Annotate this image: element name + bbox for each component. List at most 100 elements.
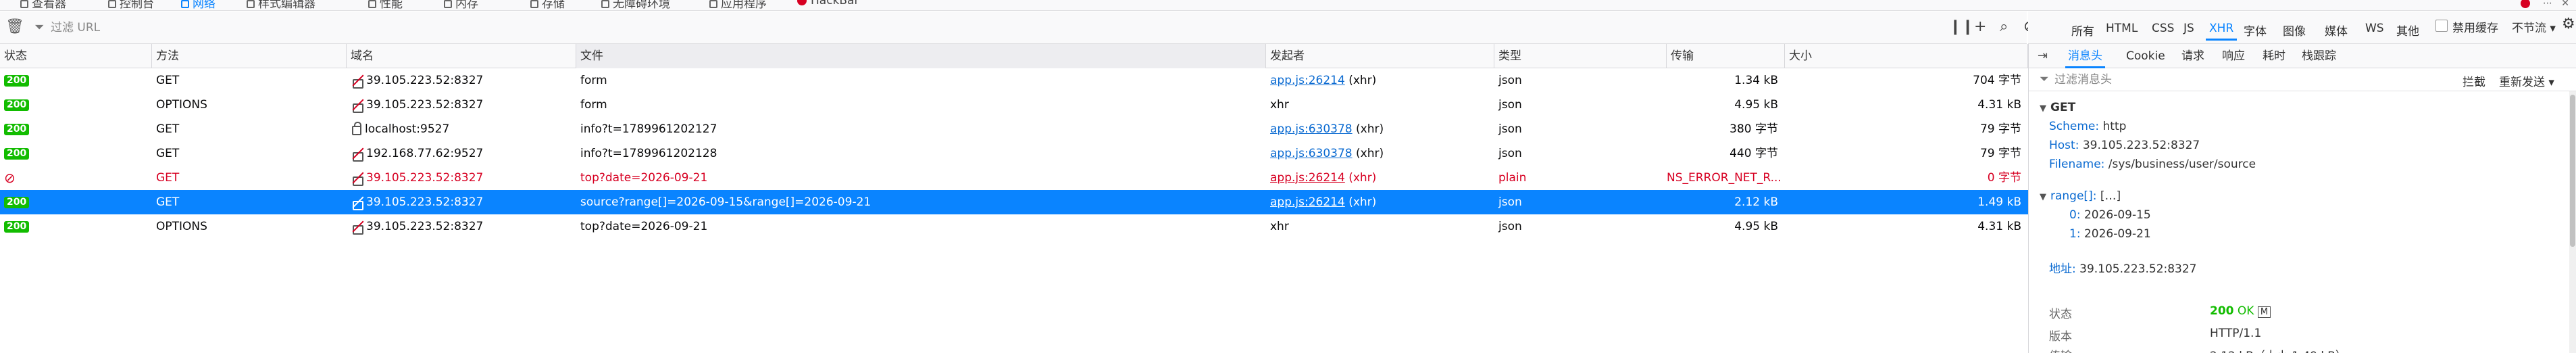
status-label: 状态 (2049, 308, 2072, 321)
initiator-link[interactable]: app.js:630378 (1270, 147, 1353, 160)
trash-icon[interactable]: 🗑 (5, 18, 24, 35)
url-filter-input[interactable] (51, 18, 497, 37)
devtools-tab-strip: 查看器 控制台 网络 样式编辑器 性能 内存 存储 无障碍环境 应用程序 Hac… (0, 0, 2576, 11)
column-domain[interactable]: 域名 (347, 44, 576, 68)
table-row[interactable]: 200 OPTIONS 39.105.223.52:8327 form xhr json 4… (0, 93, 2028, 117)
details-tabs: ⇥ 消息头 Cookie 请求 响应 耗时 栈跟踪 (2029, 44, 2576, 68)
more-options-icon[interactable]: ⋯ (2543, 0, 2552, 9)
headers-filter-input[interactable] (2054, 70, 2406, 89)
domain-text: 39.105.223.52:8327 (366, 98, 484, 112)
table-row[interactable]: 200 GET 192.168.77.62:9527 info?t=178996120… (0, 141, 2028, 166)
type-filter-media[interactable]: 媒体 (2321, 20, 2351, 40)
type-filter-js[interactable]: JS (2180, 20, 2198, 37)
status-cell: ⊘ (0, 166, 152, 190)
column-size[interactable]: 大小 (1785, 44, 2028, 68)
tab-inspector[interactable]: 查看器 (20, 0, 66, 10)
table-row[interactable]: 200 GET 39.105.223.52:8327 form app.js:26214… (0, 68, 2028, 93)
search-icon[interactable]: ⌕ (2000, 18, 2008, 35)
type-filter-fonts[interactable]: 字体 (2240, 20, 2270, 40)
status-cell: 200 (0, 68, 152, 93)
tab-cookies[interactable]: Cookie (2123, 44, 2168, 68)
pause-icon[interactable]: ❙❙ (1949, 18, 1974, 35)
type-filter-images[interactable]: 图像 (2279, 20, 2309, 40)
initiator-link[interactable]: app.js:26214 (1270, 74, 1345, 87)
column-transferred[interactable]: 传输 (1667, 44, 1785, 68)
initiator-link[interactable]: app.js:26214 (1270, 195, 1345, 209)
error-count-icon[interactable] (2521, 0, 2531, 8)
range-param-row[interactable]: ▼ range[]: […] (2040, 189, 2121, 203)
status-flag-badge: M (2257, 306, 2271, 318)
tab-application[interactable]: 应用程序 (709, 0, 767, 10)
table-row[interactable]: 200 OPTIONS 39.105.223.52:8327 top?date=202… (0, 214, 2028, 239)
type-filter-css[interactable]: CSS (2148, 20, 2177, 37)
address-row: 地址: 39.105.223.52:8327 (2049, 262, 2197, 276)
type-filter-other[interactable]: 其他 (2393, 20, 2423, 40)
domain-cell: 39.105.223.52:8327 (347, 214, 576, 239)
host-row: Host: 39.105.223.52:8327 (2049, 139, 2200, 152)
domain-cell: localhost:9527 (347, 117, 576, 141)
scrollbar-thumb[interactable] (2570, 95, 2575, 247)
close-icon[interactable]: ✕ (2561, 0, 2569, 9)
tab-performance[interactable]: 性能 (368, 0, 403, 10)
table-row[interactable]: 200 GET localhost:9527 info?t=1789961202127… (0, 117, 2028, 141)
size-cell: 4.31 kB (1977, 220, 2021, 233)
tab-headers[interactable]: 消息头 (2065, 44, 2105, 68)
tab-storage[interactable]: 存储 (530, 0, 565, 10)
transferred-cell: 440 字节 (1729, 147, 1778, 160)
file-cell: info?t=1789961202128 (580, 147, 717, 160)
status-code: 200 (2210, 304, 2234, 318)
disable-cache-checkbox[interactable] (2435, 20, 2448, 32)
tab-response[interactable]: 响应 (2219, 44, 2248, 68)
transferred-cell: 4.95 kB (1734, 98, 1778, 112)
column-type[interactable]: 类型 (1494, 44, 1667, 68)
type-filter-ws[interactable]: WS (2362, 20, 2388, 37)
initiator-link[interactable]: app.js:26214 (1270, 171, 1345, 185)
range-item-1: 1: 2026-09-21 (2069, 227, 2151, 241)
toggle-panel-icon[interactable]: ⇥ (2038, 49, 2048, 63)
type-cell: json (1498, 195, 1522, 209)
accessibility-icon (601, 0, 609, 8)
tab-accessibility[interactable]: 无障碍环境 (601, 0, 670, 10)
tab-hackbar[interactable]: HackBar (797, 0, 859, 7)
initiator-cell: app.js:26214 (xhr) (1266, 166, 1494, 190)
filter-icon: ⏷ (2040, 72, 2049, 86)
table-row[interactable]: 200 GET 39.105.223.52:8327 source?range[]=2… (0, 190, 2028, 214)
application-icon (709, 0, 717, 8)
domain-text: 192.168.77.62:9527 (366, 147, 484, 160)
type-filter-html[interactable]: HTML (2102, 20, 2141, 37)
tab-memory[interactable]: 内存 (444, 0, 478, 10)
transferred-cell: 4.95 kB (1734, 220, 1778, 233)
status-cell: 200 (0, 141, 152, 166)
block-button[interactable]: 拦截 (2463, 72, 2485, 89)
tab-request[interactable]: 请求 (2179, 44, 2207, 68)
resend-button[interactable]: 重新发送 ▾ (2499, 72, 2554, 89)
column-status[interactable]: 状态 (0, 44, 152, 68)
column-file[interactable]: 文件 (576, 44, 1266, 68)
size-cell: 704 字节 (1973, 74, 2021, 87)
gear-icon[interactable]: ⚙ (2562, 16, 2575, 32)
request-line-section[interactable]: ▼ GET (2040, 101, 2075, 114)
transferred-cell: 2.12 kB (1734, 195, 1778, 209)
initiator-link[interactable]: app.js:630378 (1270, 122, 1353, 136)
tab-timings[interactable]: 耗时 (2260, 44, 2288, 68)
status-cell: 200 (0, 190, 152, 214)
tab-network[interactable]: 网络 (181, 0, 216, 10)
type-filter-all[interactable]: 所有 (2068, 20, 2098, 40)
type-filter-xhr[interactable]: XHR (2206, 20, 2238, 41)
throttle-select[interactable]: 不节流 ▾ (2512, 18, 2556, 35)
scheme-row: Scheme: http (2049, 120, 2127, 133)
tab-console[interactable]: 控制台 (108, 0, 154, 10)
filename-row: Filename: /sys/business/user/source (2049, 158, 2256, 171)
table-row[interactable]: ⊘ GET 39.105.223.52:8327 top?date=2026-09-2… (0, 166, 2028, 190)
tab-style-editor[interactable]: 样式编辑器 (247, 0, 315, 10)
size-cell: 79 字节 (1979, 147, 2021, 160)
method-cell: GET (156, 147, 180, 160)
column-method[interactable]: 方法 (152, 44, 347, 68)
initiator-cell: app.js:630378 (xhr) (1266, 141, 1494, 166)
transfer-label: 传输 (2049, 346, 2072, 353)
domain-text: localhost:9527 (365, 122, 450, 136)
tab-stack-trace[interactable]: 栈跟踪 (2299, 44, 2339, 68)
network-toolbar: 🗑 ⏷ ❙❙ + ⌕ ⊘ (0, 11, 2036, 44)
plus-icon[interactable]: + (1974, 18, 1986, 35)
column-initiator[interactable]: 发起者 (1266, 44, 1494, 68)
